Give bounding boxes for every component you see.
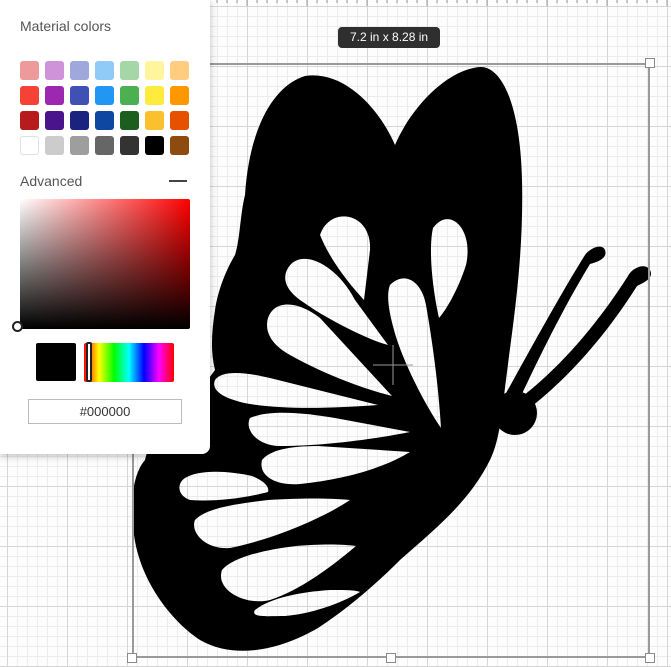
color-swatch[interactable]: [120, 86, 139, 105]
resize-handle-bottom-right[interactable]: [645, 653, 655, 663]
resize-handle-top-right[interactable]: [645, 58, 655, 68]
resize-handle-bottom-left[interactable]: [127, 653, 137, 663]
color-swatch[interactable]: [145, 111, 164, 130]
color-swatch[interactable]: [95, 86, 114, 105]
color-swatch[interactable]: [120, 61, 139, 80]
color-swatch[interactable]: [45, 61, 64, 80]
color-swatch[interactable]: [145, 136, 164, 155]
color-swatch[interactable]: [145, 86, 164, 105]
hex-color-input[interactable]: [28, 399, 182, 424]
color-swatch[interactable]: [20, 86, 39, 105]
color-picker-panel: Material colors Advanced: [0, 0, 210, 454]
color-swatch[interactable]: [95, 136, 114, 155]
move-crosshair-icon: [373, 345, 413, 385]
dimension-label: 7.2 in x 8.28 in: [338, 27, 441, 48]
color-swatch[interactable]: [70, 111, 89, 130]
color-swatch[interactable]: [95, 111, 114, 130]
color-swatch[interactable]: [170, 61, 189, 80]
color-swatch[interactable]: [120, 136, 139, 155]
saturation-value-picker[interactable]: [20, 199, 190, 329]
color-swatch[interactable]: [70, 86, 89, 105]
color-swatch[interactable]: [170, 136, 189, 155]
color-swatch[interactable]: [120, 111, 139, 130]
resize-handle-bottom-middle[interactable]: [386, 653, 396, 663]
color-picker-cursor[interactable]: [12, 321, 23, 332]
hue-slider[interactable]: [84, 343, 174, 382]
advanced-label: Advanced: [20, 173, 83, 189]
collapse-advanced-icon[interactable]: [169, 180, 187, 182]
color-swatch[interactable]: [20, 111, 39, 130]
color-swatch[interactable]: [20, 61, 39, 80]
color-swatch[interactable]: [45, 136, 64, 155]
color-swatch[interactable]: [70, 61, 89, 80]
color-swatch[interactable]: [45, 86, 64, 105]
color-swatch[interactable]: [170, 111, 189, 130]
color-swatch[interactable]: [145, 61, 164, 80]
color-swatch[interactable]: [95, 61, 114, 80]
color-swatch[interactable]: [170, 86, 189, 105]
color-swatch[interactable]: [20, 136, 39, 155]
selected-color-preview: [36, 343, 76, 381]
color-swatch[interactable]: [70, 136, 89, 155]
hue-slider-handle[interactable]: [86, 342, 92, 382]
color-swatch[interactable]: [45, 111, 64, 130]
material-colors-title: Material colors: [20, 18, 112, 34]
